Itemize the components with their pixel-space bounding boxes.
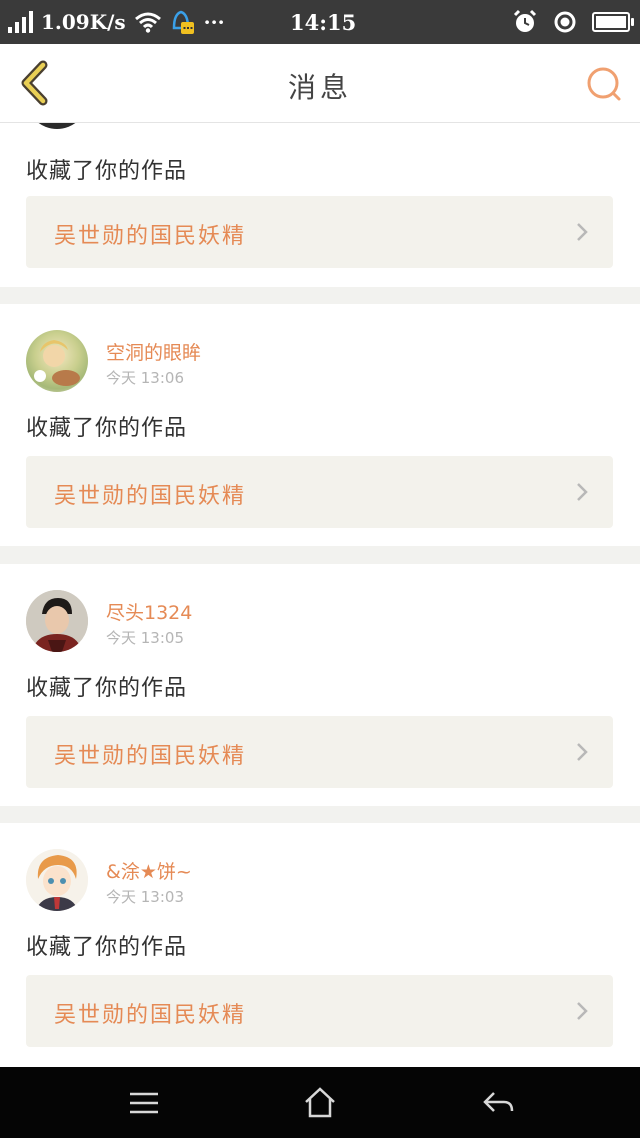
work-link[interactable]: 吴世勋的国民妖精	[26, 456, 613, 528]
username[interactable]: 空洞的眼眸	[106, 338, 201, 365]
work-title: 吴世勋的国民妖精	[54, 744, 247, 769]
menu-button[interactable]	[124, 1085, 164, 1121]
signal-icon	[8, 11, 33, 33]
work-title: 吴世勋的国民妖精	[54, 224, 247, 249]
system-nav-bar	[0, 1067, 640, 1138]
avatar-image	[34, 340, 80, 386]
notification-card: 空洞的眼眸 今天 13:06 收藏了你的作品 吴世勋的国民妖精	[0, 304, 640, 546]
notification-card: &涂★饼~ 今天 13:03 收藏了你的作品 吴世勋的国民妖精	[0, 823, 640, 1067]
work-link[interactable]: 吴世勋的国民妖精	[26, 975, 613, 1047]
battery-icon	[592, 12, 634, 32]
avatar[interactable]	[26, 849, 88, 911]
notification-card: 尽头1324 今天 13:05 收藏了你的作品 吴世勋的国民妖精	[0, 564, 640, 806]
username[interactable]: 尽头1324	[106, 598, 192, 625]
alarm-icon	[513, 9, 537, 32]
work-title: 吴世勋的国民妖精	[54, 484, 247, 509]
avatar[interactable]	[26, 123, 88, 129]
message-list[interactable]: 收藏了你的作品 吴世勋的国民妖精 空洞的眼眸 今天 13:06 收藏了你的作品 …	[0, 123, 640, 1067]
work-link[interactable]: 吴世勋的国民妖精	[26, 716, 613, 788]
back-arrow-icon	[483, 1092, 514, 1112]
avatar-image	[26, 849, 88, 911]
work-title: 吴世勋的国民妖精	[54, 1003, 247, 1028]
wifi-icon	[134, 12, 161, 33]
app-header: 消息	[0, 44, 640, 123]
status-right	[512, 8, 634, 36]
timestamp: 今天 13:05	[106, 629, 184, 647]
search-button[interactable]	[584, 64, 624, 104]
action-text: 收藏了你的作品	[26, 159, 188, 184]
avatar[interactable]	[26, 330, 88, 392]
status-bar: 1.09K/s ··· 14:15	[0, 0, 640, 44]
net-speed: 1.09K/s	[41, 10, 126, 34]
action-text: 收藏了你的作品	[26, 416, 188, 441]
timestamp: 今天 13:03	[106, 888, 184, 906]
chevron-right-icon	[577, 223, 588, 241]
more-indicator: ···	[203, 10, 225, 34]
notification-app-icon	[172, 10, 194, 34]
username[interactable]: &涂★饼~	[106, 857, 192, 884]
location-icon	[554, 11, 576, 33]
chevron-right-icon	[577, 483, 588, 501]
action-text: 收藏了你的作品	[26, 935, 188, 960]
work-link[interactable]: 吴世勋的国民妖精	[26, 196, 613, 268]
chevron-right-icon	[577, 1002, 588, 1020]
chevron-right-icon	[577, 743, 588, 761]
home-button[interactable]	[300, 1085, 340, 1121]
status-left: 1.09K/s ···	[8, 8, 225, 36]
back-nav-button[interactable]	[478, 1085, 518, 1121]
page-title: 消息	[287, 71, 352, 104]
search-icon	[587, 67, 621, 101]
timestamp: 今天 13:06	[106, 369, 184, 387]
avatar[interactable]	[26, 590, 88, 652]
action-text: 收藏了你的作品	[26, 676, 188, 701]
avatar-image	[26, 590, 88, 652]
status-time: 14:15	[290, 10, 357, 35]
home-icon	[305, 1087, 335, 1118]
notification-card: 收藏了你的作品 吴世勋的国民妖精	[0, 123, 640, 287]
menu-icon	[130, 1092, 158, 1114]
